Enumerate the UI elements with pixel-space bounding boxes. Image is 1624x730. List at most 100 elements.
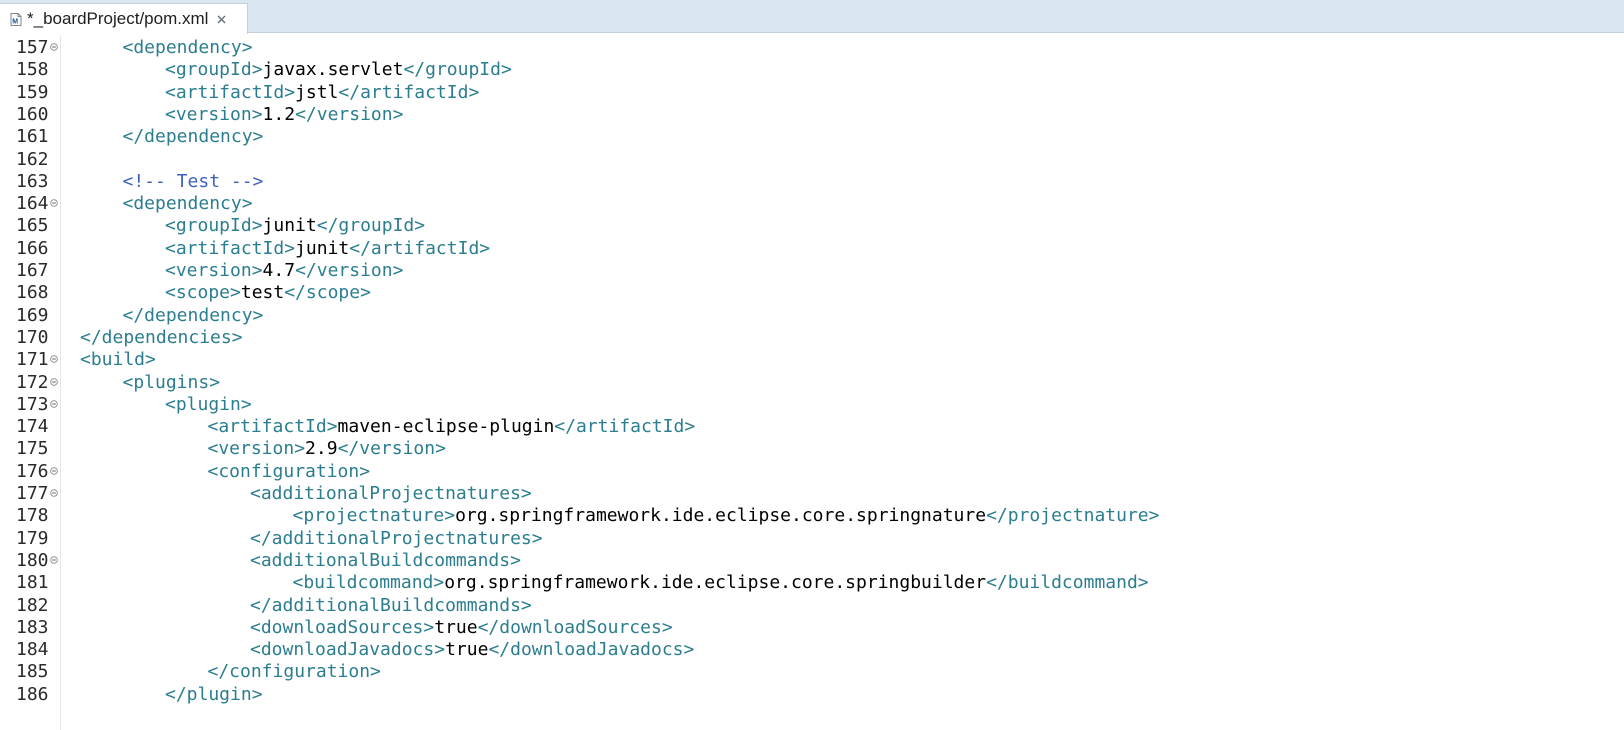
xml-tag: <additionalProjectnatures> xyxy=(250,483,532,504)
xml-tag: </scope> xyxy=(284,282,371,304)
xml-tag: <dependency> xyxy=(122,37,253,58)
xml-tag: </additionalProjectnatures> xyxy=(250,527,543,549)
line-number: 162 xyxy=(16,148,49,170)
line-number: 158 xyxy=(16,59,49,81)
xml-tag: <downloadJavadocs> xyxy=(250,639,446,661)
xml-tag: </downloadJavadocs> xyxy=(488,639,695,661)
xml-source-editor[interactable]: 157 <dependency> 158 <groupId>javax.servlet… xyxy=(0,36,1624,730)
tab-title: *_boardProject/pom.xml xyxy=(27,9,209,28)
svg-text:M: M xyxy=(12,18,18,25)
code-text: <artifactId>junit</artifactId> xyxy=(165,237,490,260)
code-text: </additionalProjectnatures> xyxy=(250,527,543,550)
code-line[interactable]: 167 <version>4.7</version> xyxy=(0,259,1624,282)
code-line[interactable]: 170 </dependencies> xyxy=(0,326,1624,349)
code-line[interactable]: 158 <groupId>javax.servlet</groupId> xyxy=(0,58,1624,81)
line-number: 184 xyxy=(16,639,49,661)
line-number: 164 xyxy=(16,193,49,215)
code-line[interactable]: 172 <plugins> xyxy=(0,371,1624,394)
code-text: <configuration> xyxy=(208,460,371,483)
xml-tag: </version> xyxy=(295,103,404,125)
xml-tag: </additionalBuildcommands> xyxy=(250,594,532,616)
xml-tag: <version> xyxy=(165,103,263,125)
code-line[interactable]: 184 <downloadJavadocs>true</downloadJavad… xyxy=(0,638,1624,661)
code-line[interactable]: 168 <scope>test</scope> xyxy=(0,281,1624,304)
fold-collapse-icon[interactable] xyxy=(50,400,58,408)
code-text: <plugin> xyxy=(165,393,252,416)
editor-tab-pom-xml[interactable]: M *_boardProject/pom.xml xyxy=(0,3,248,34)
code-line[interactable]: 166 <artifactId>junit</artifactId> xyxy=(0,237,1624,260)
code-line[interactable]: 157 <dependency> xyxy=(0,36,1624,59)
line-number: 169 xyxy=(16,304,49,326)
line-number: 181 xyxy=(16,572,49,594)
xml-tag: </dependencies> xyxy=(80,326,243,348)
code-text: <dependency> xyxy=(123,192,253,215)
xml-value: junit xyxy=(262,215,317,237)
fold-collapse-icon[interactable] xyxy=(50,199,58,207)
fold-collapse-icon[interactable] xyxy=(50,556,58,564)
line-number: 157 xyxy=(16,37,49,58)
fold-collapse-icon[interactable] xyxy=(50,355,58,363)
xml-value: jstl xyxy=(295,81,339,103)
code-line[interactable]: 175 <version>2.9</version> xyxy=(0,437,1624,460)
code-text: </configuration> xyxy=(208,660,381,683)
code-text: <downloadJavadocs>true</downloadJavadocs… xyxy=(250,638,694,661)
code-text: <additionalBuildcommands> xyxy=(250,549,521,572)
xml-value: true xyxy=(434,616,478,638)
code-line[interactable]: 165 <groupId>junit</groupId> xyxy=(0,214,1624,237)
code-line[interactable]: 173 <plugin> xyxy=(0,393,1624,416)
xml-tag: </artifactId> xyxy=(338,81,480,103)
xml-tag: </dependency> xyxy=(122,304,264,326)
code-text: <buildcommand>org.springframework.ide.ec… xyxy=(293,571,1149,594)
xml-value: org.springframework.ide.eclipse.core.spr… xyxy=(444,572,987,594)
code-line[interactable]: 186 </plugin> xyxy=(0,683,1624,706)
code-line[interactable]: 183 <downloadSources>true</downloadSource… xyxy=(0,616,1624,639)
fold-collapse-icon[interactable] xyxy=(50,489,58,497)
close-icon[interactable] xyxy=(216,14,227,25)
code-line[interactable]: 180 <additionalBuildcommands> xyxy=(0,549,1624,572)
code-line[interactable]: 171 <build> xyxy=(0,348,1624,371)
line-number: 178 xyxy=(16,505,49,527)
xml-tag: </version> xyxy=(295,260,404,281)
fold-collapse-icon[interactable] xyxy=(50,466,58,475)
code-line[interactable]: 161 </dependency> xyxy=(0,125,1624,148)
line-number: 179 xyxy=(16,527,49,549)
code-line[interactable]: 182 </additionalBuildcommands> xyxy=(0,594,1624,617)
code-text: <scope>test</scope> xyxy=(165,281,371,304)
xml-tag: </version> xyxy=(337,438,446,460)
code-line[interactable]: 177 <additionalProjectnatures> xyxy=(0,482,1624,505)
xml-tag: </groupId> xyxy=(316,215,426,237)
code-text: </dependencies> xyxy=(80,326,243,349)
code-line[interactable]: 162 xyxy=(0,148,1624,171)
code-text: <!-- Test --> xyxy=(123,170,264,193)
code-line[interactable]: 185 </configuration> xyxy=(0,660,1624,683)
xml-comment: <!-- Test --> xyxy=(122,170,264,192)
code-line[interactable]: 169 </dependency> xyxy=(0,304,1624,327)
line-number: 161 xyxy=(16,126,49,148)
maven-file-icon: M xyxy=(10,12,22,26)
code-line[interactable]: 164 <dependency> xyxy=(0,192,1624,215)
code-line[interactable]: 174 <artifactId>maven-eclipse-plugin</art… xyxy=(0,415,1624,438)
fold-collapse-icon[interactable] xyxy=(50,377,58,386)
xml-value: 4.7 xyxy=(262,260,296,281)
code-line[interactable]: 179 </additionalProjectnatures> xyxy=(0,527,1624,550)
code-line[interactable]: 178 <projectnature>org.springframework.id… xyxy=(0,504,1624,527)
code-line[interactable]: 163 <!-- Test --> xyxy=(0,170,1624,193)
xml-value: org.springframework.ide.eclipse.core.spr… xyxy=(455,505,987,527)
code-text: <groupId>junit</groupId> xyxy=(165,214,425,237)
xml-value: 1.2 xyxy=(262,103,296,125)
line-number: 173 xyxy=(16,393,49,415)
code-line[interactable]: 160 <version>1.2</version> xyxy=(0,103,1624,126)
code-line[interactable]: 176 <configuration> xyxy=(0,460,1624,483)
xml-tag: </downloadSources> xyxy=(477,616,673,638)
code-line[interactable]: 181 <buildcommand>org.springframework.ide… xyxy=(0,571,1624,594)
code-line[interactable]: 159 <artifactId>jstl</artifactId> xyxy=(0,81,1624,104)
xml-tag: <version> xyxy=(165,260,263,281)
xml-tag: </projectnature> xyxy=(986,505,1160,527)
xml-tag: <build> xyxy=(80,349,156,371)
code-text: <downloadSources>true</downloadSources> xyxy=(250,616,673,639)
xml-tag: <scope> xyxy=(165,282,241,304)
line-number: 166 xyxy=(16,237,49,259)
fold-collapse-icon[interactable] xyxy=(50,43,58,51)
xml-tag: </dependency> xyxy=(122,126,264,148)
xml-tag: <plugins> xyxy=(122,371,221,393)
